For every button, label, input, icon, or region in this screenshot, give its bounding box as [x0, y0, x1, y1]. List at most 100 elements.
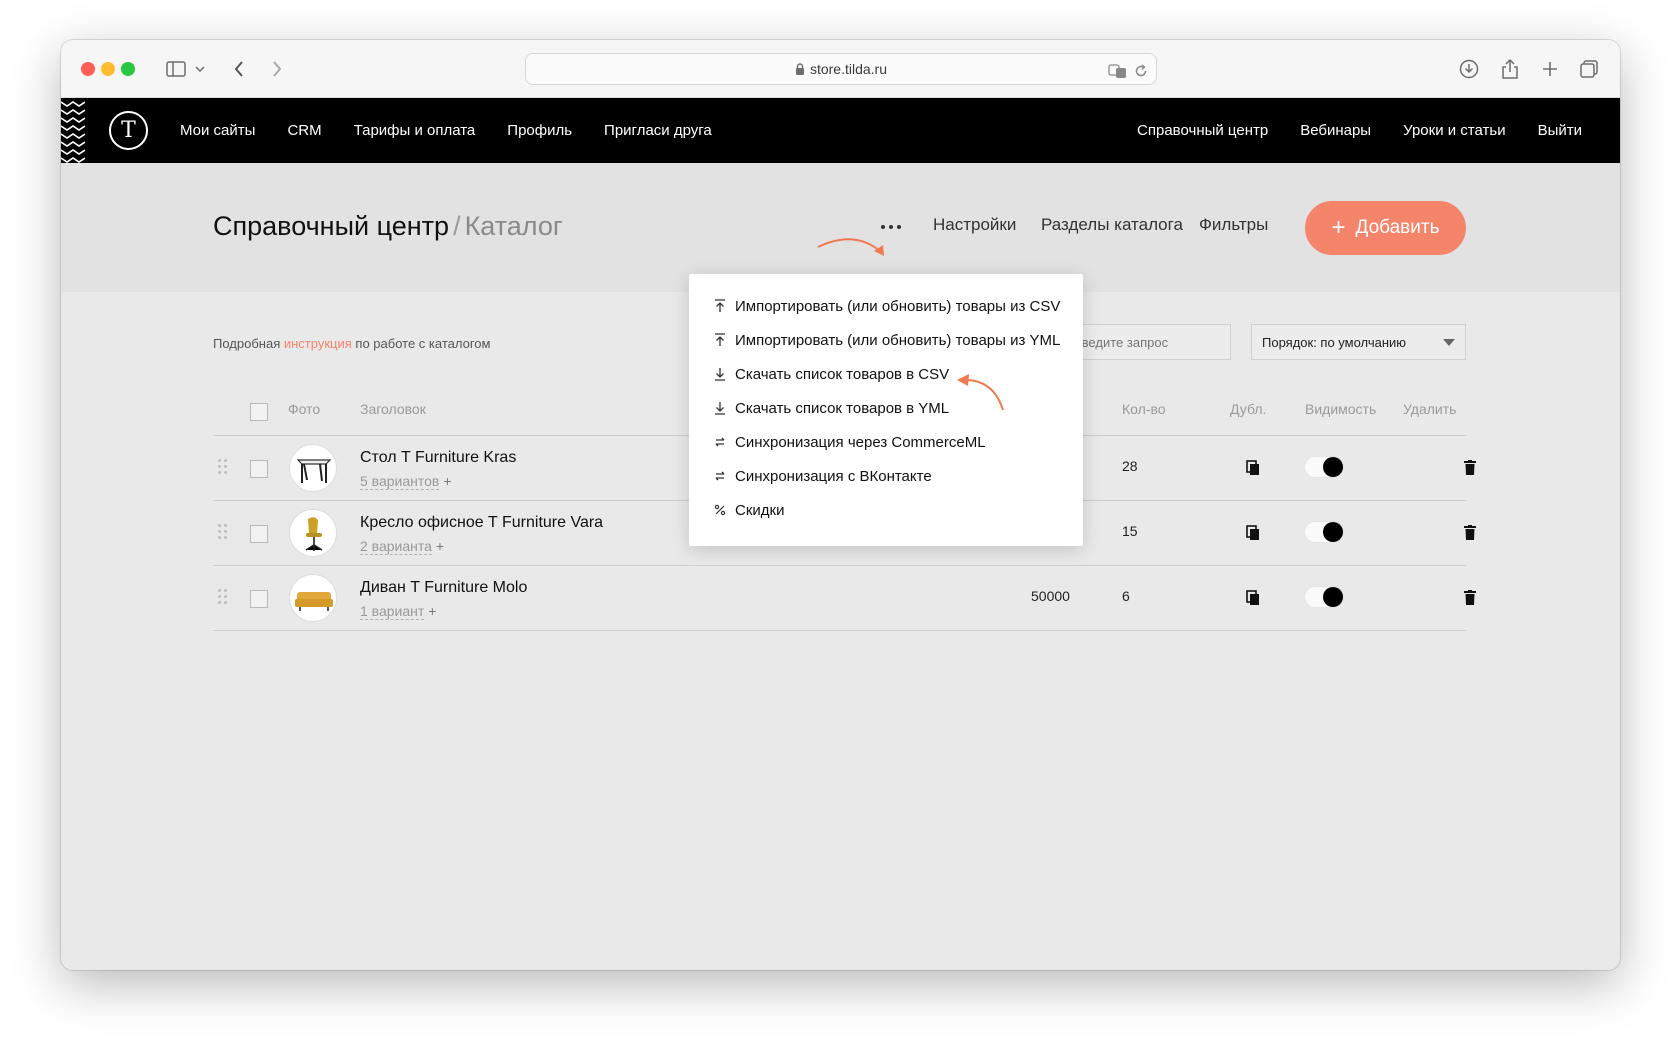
dropdown-item-label: Импортировать (или обновить) товары из C…	[735, 297, 1061, 315]
row-checkbox[interactable]	[250, 460, 268, 478]
product-price: 50000	[1031, 588, 1070, 604]
drag-handle-icon[interactable]	[218, 459, 228, 475]
drag-handle-icon[interactable]	[218, 589, 228, 605]
page-header: Справочный центр / Каталог Настройки Разде…	[61, 163, 1620, 292]
variants-link[interactable]: 2 варианта	[360, 538, 432, 555]
nav-item-my-sites[interactable]: Мои сайты	[180, 122, 255, 139]
add-button[interactable]: + Добавить	[1305, 201, 1466, 255]
hint-before: Подробная	[213, 336, 281, 351]
browser-toolbar: store.tilda.ru	[61, 40, 1620, 98]
catalog-sections-link[interactable]: Разделы каталога	[1041, 215, 1183, 235]
hint-text: Подробная инструкция по работе с каталог…	[213, 336, 490, 351]
address-bar[interactable]: store.tilda.ru	[525, 53, 1157, 85]
visibility-toggle[interactable]	[1304, 456, 1344, 478]
page-title: Справочный центр / Каталог	[213, 211, 563, 242]
dropdown-item-label: Синхронизация с ВКонтакте	[735, 467, 932, 485]
add-variant-icon[interactable]: +	[436, 538, 444, 554]
more-options-icon[interactable]	[881, 223, 907, 231]
row-checkbox[interactable]	[250, 590, 268, 608]
instruction-link[interactable]: инструкция	[284, 336, 352, 351]
tab-overview-icon[interactable]	[1577, 57, 1601, 81]
dropdown-item-label: Импортировать (или обновить) товары из Y…	[735, 331, 1061, 349]
trash-icon[interactable]	[1464, 590, 1476, 605]
tilda-logo[interactable]: T	[109, 111, 148, 150]
row-checkbox[interactable]	[250, 525, 268, 543]
browser-window: store.tilda.ru T Мои сайты CRM Тарифы и …	[61, 40, 1620, 970]
col-dup: Дубл.	[1230, 401, 1267, 417]
lock-icon	[795, 63, 804, 75]
forward-icon[interactable]	[269, 57, 285, 81]
add-variant-icon[interactable]: +	[443, 473, 451, 489]
product-qty: 15	[1122, 523, 1138, 539]
product-name[interactable]: Диван T Furniture Molo	[360, 579, 527, 597]
nav-item-invite[interactable]: Пригласи друга	[604, 122, 712, 139]
duplicate-icon[interactable]	[1246, 525, 1260, 541]
product-photo-sofa[interactable]	[289, 574, 337, 622]
dropdown-item-export-yml[interactable]: Скачать список товаров в YML	[713, 396, 949, 420]
dropdown-item-discounts[interactable]: Скидки	[713, 498, 784, 522]
page-title-sub: Каталог	[464, 211, 563, 241]
trash-icon[interactable]	[1464, 525, 1476, 540]
nav-item-crm[interactable]: CRM	[287, 122, 321, 139]
nav-item-plans[interactable]: Тарифы и оплата	[354, 122, 476, 139]
minimize-window-button[interactable]	[101, 62, 115, 76]
variants-link[interactable]: 1 вариант	[360, 603, 425, 620]
caret-down-icon	[1443, 339, 1455, 346]
translate-icon[interactable]	[1108, 59, 1128, 83]
dropdown-item-export-csv[interactable]: Скачать список товаров в CSV	[713, 362, 949, 386]
dropdown-item-sync-vk[interactable]: Синхронизация с ВКонтакте	[713, 464, 932, 488]
nav-item-webinars[interactable]: Вебинары	[1300, 122, 1371, 139]
settings-link[interactable]: Настройки	[933, 215, 1016, 235]
col-title[interactable]: Заголовок	[360, 401, 426, 417]
nav-right-menu: Справочный центр Вебинары Уроки и статьи…	[1137, 122, 1582, 139]
dropdown-item-sync-commerceml[interactable]: Синхронизация через CommerceML	[713, 430, 986, 454]
table-row[interactable]: Диван T Furniture Molo 1 вариант + 50000 …	[213, 566, 1476, 630]
nav-item-lessons[interactable]: Уроки и статьи	[1403, 122, 1505, 139]
search-input[interactable]	[1064, 324, 1231, 360]
zoom-window-button[interactable]	[121, 62, 135, 76]
percent-icon	[713, 503, 727, 517]
visibility-toggle[interactable]	[1304, 521, 1344, 543]
close-window-button[interactable]	[81, 62, 95, 76]
sync-icon	[713, 435, 727, 449]
nav-item-logout[interactable]: Выйти	[1538, 122, 1582, 139]
product-variants: 2 варианта +	[360, 538, 444, 555]
product-variants: 5 вариантов +	[360, 473, 452, 490]
filters-link[interactable]: Фильтры	[1199, 215, 1268, 235]
product-qty: 28	[1122, 458, 1138, 474]
reload-icon[interactable]	[1133, 59, 1149, 83]
dropdown-item-import-yml[interactable]: Импортировать (или обновить) товары из Y…	[713, 328, 1060, 352]
nav-item-profile[interactable]: Профиль	[507, 122, 572, 139]
share-icon[interactable]	[1498, 57, 1522, 81]
top-navigation: T Мои сайты CRM Тарифы и оплата Профиль …	[61, 98, 1620, 163]
product-name[interactable]: Стол T Furniture Kras	[360, 449, 516, 467]
page-title-main[interactable]: Справочный центр	[213, 211, 449, 241]
dropdown-item-label: Скидки	[735, 501, 785, 519]
drag-handle-icon[interactable]	[218, 524, 228, 540]
sort-select[interactable]: Порядок: по умолчанию	[1251, 324, 1466, 360]
select-all-checkbox[interactable]	[250, 403, 268, 421]
upload-icon	[713, 333, 727, 347]
duplicate-icon[interactable]	[1246, 460, 1260, 476]
product-name[interactable]: Кресло офисное T Furniture Vara	[360, 514, 603, 532]
duplicate-icon[interactable]	[1246, 590, 1260, 606]
add-variant-icon[interactable]: +	[428, 603, 436, 619]
variants-link[interactable]: 5 вариантов	[360, 473, 440, 490]
col-qty[interactable]: Кол-во	[1122, 401, 1166, 417]
dropdown-item-label: Скачать список товаров в CSV	[735, 365, 950, 383]
dropdown-item-import-csv[interactable]: Импортировать (или обновить) товары из C…	[713, 294, 1060, 318]
trash-icon[interactable]	[1464, 460, 1476, 475]
sidebar-icon[interactable]	[164, 57, 188, 81]
product-photo-table[interactable]	[289, 444, 337, 492]
title-separator: /	[453, 211, 461, 241]
product-photo-chair[interactable]	[289, 509, 337, 557]
upload-icon	[713, 299, 727, 313]
new-tab-icon[interactable]	[1538, 57, 1562, 81]
back-icon[interactable]	[231, 57, 247, 81]
chevron-down-icon[interactable]	[194, 57, 206, 81]
nav-item-help-center[interactable]: Справочный центр	[1137, 122, 1268, 139]
row-divider	[213, 630, 1466, 631]
downloads-icon[interactable]	[1457, 57, 1481, 81]
visibility-toggle[interactable]	[1304, 586, 1344, 608]
product-qty: 6	[1122, 588, 1130, 604]
